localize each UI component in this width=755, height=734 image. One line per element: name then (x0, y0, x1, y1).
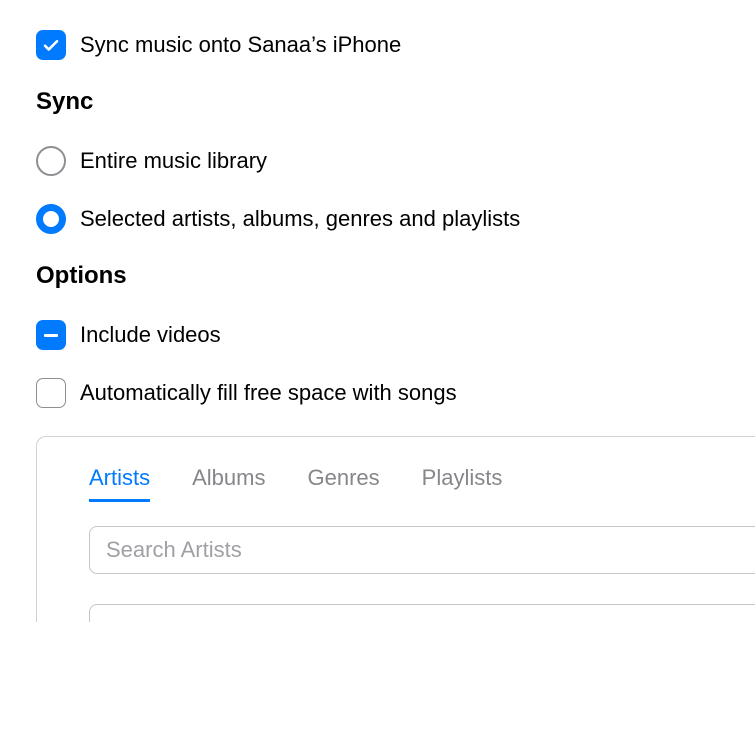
options-section-title: Options (36, 262, 755, 290)
radio-selected[interactable] (36, 204, 66, 234)
include-videos-checkbox[interactable] (36, 320, 66, 350)
indeterminate-icon (44, 334, 58, 337)
tab-genres[interactable]: Genres (307, 465, 379, 502)
checkmark-icon (42, 36, 60, 54)
sync-music-label: Sync music onto Sanaa’s iPhone (80, 32, 401, 58)
selection-panel: Artists Albums Genres Playlists (36, 436, 755, 622)
tab-artists[interactable]: Artists (89, 465, 150, 502)
tab-playlists[interactable]: Playlists (422, 465, 503, 502)
autofill-row: Automatically fill free space with songs (36, 378, 755, 408)
autofill-checkbox[interactable] (36, 378, 66, 408)
list-container (89, 604, 755, 622)
radio-entire-library[interactable] (36, 146, 66, 176)
tabs-bar: Artists Albums Genres Playlists (89, 465, 755, 502)
autofill-label: Automatically fill free space with songs (80, 380, 457, 406)
sync-section-title: Sync (36, 88, 755, 116)
radio-entire-library-label: Entire music library (80, 148, 267, 174)
include-videos-row: Include videos (36, 320, 755, 350)
sync-music-row: Sync music onto Sanaa’s iPhone (36, 30, 755, 60)
radio-entire-library-row: Entire music library (36, 146, 755, 176)
sync-music-checkbox[interactable] (36, 30, 66, 60)
include-videos-label: Include videos (80, 322, 221, 348)
radio-selected-row: Selected artists, albums, genres and pla… (36, 204, 755, 234)
tab-albums[interactable]: Albums (192, 465, 265, 502)
radio-selected-label: Selected artists, albums, genres and pla… (80, 206, 520, 232)
search-input[interactable] (89, 526, 755, 574)
